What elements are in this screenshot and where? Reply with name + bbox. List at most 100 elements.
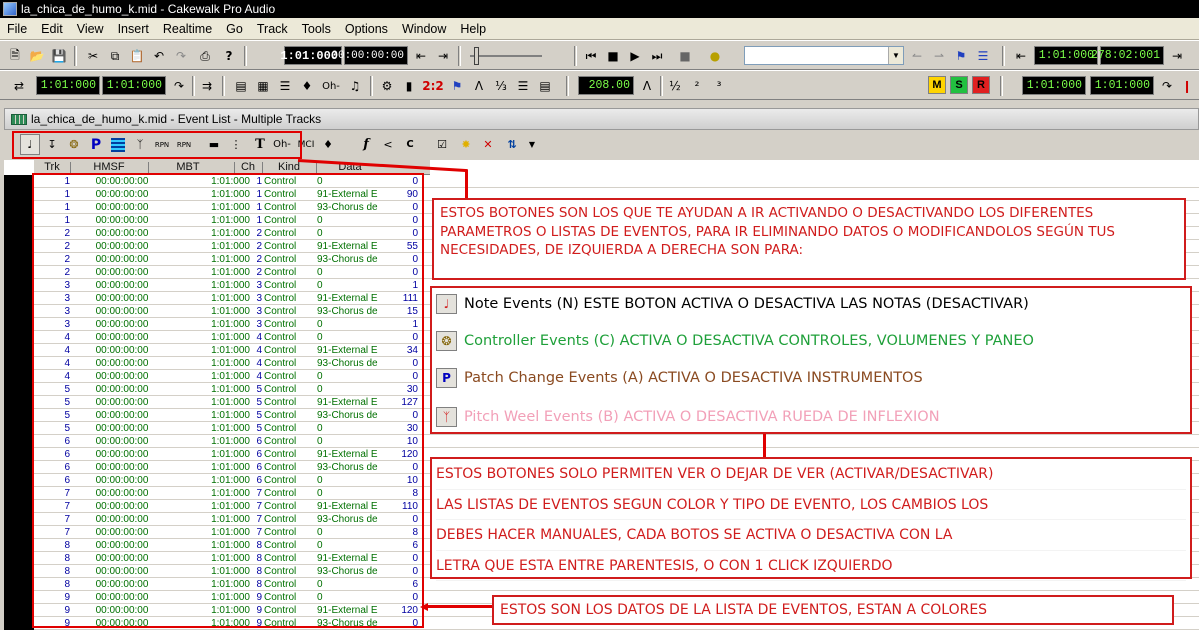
toolbar-separator [1000, 76, 1003, 96]
chord-button[interactable]: C [400, 134, 420, 155]
select-thru-icon[interactable]: ⇥ [1168, 46, 1186, 66]
connector-line [428, 605, 492, 608]
position-slider-track[interactable] [470, 55, 542, 57]
menu-help[interactable]: Help [453, 22, 493, 36]
snap-icon[interactable]: ⇉ [198, 76, 216, 96]
sysx-icon[interactable]: Oh- [320, 76, 342, 96]
menu-tools[interactable]: Tools [295, 22, 338, 36]
hairpin-icon: < [383, 138, 393, 151]
header-hmsf[interactable]: HMSF [74, 161, 144, 173]
loop-from-time[interactable]: 1:01:000 [36, 76, 100, 95]
set-loop-icon[interactable]: ↷ [170, 76, 188, 96]
save-icon[interactable]: 💾 [50, 46, 68, 66]
staff-view-icon[interactable]: ♫ [346, 76, 364, 96]
controllers-icon[interactable]: ⚙ [378, 76, 396, 96]
select-from-icon[interactable]: ⇤ [1012, 46, 1030, 66]
rewind-icon[interactable]: ⏮ [582, 46, 600, 66]
punch-marker-icon[interactable]: ❙ [1178, 76, 1196, 96]
markers-view-icon[interactable]: ▮ [400, 76, 418, 96]
add-marker-icon[interactable]: ⚑ [952, 46, 970, 66]
undo-icon[interactable]: ↶ [150, 46, 168, 66]
wave-audio-button[interactable]: ♦ [318, 134, 338, 155]
meter-icon[interactable]: ⅓ [492, 76, 510, 96]
tempo-ratio-icon[interactable]: Λ [638, 76, 656, 96]
insert-event-button[interactable]: ✸ [456, 134, 476, 155]
piano-roll-icon[interactable]: ☰ [276, 76, 294, 96]
header-ch[interactable]: Ch [236, 161, 260, 173]
header-kind[interactable]: Kind [266, 161, 312, 173]
tempo-three-icon[interactable]: ³ [710, 76, 728, 96]
tempo-half-icon[interactable]: ½ [666, 76, 684, 96]
menu-options[interactable]: Options [338, 22, 395, 36]
go-end-icon[interactable]: ⏭ [648, 46, 666, 66]
column-divider [234, 162, 235, 173]
cut-icon[interactable]: ✂ [84, 46, 102, 66]
menu-file[interactable]: File [0, 22, 34, 36]
punch-icon[interactable]: ↷ [1158, 76, 1176, 96]
paste-icon[interactable]: 📋 [128, 46, 146, 66]
menu-window[interactable]: Window [395, 22, 453, 36]
punch-thru-time[interactable]: 1:01:000 [1090, 76, 1154, 95]
app-title: la_chica_de_humo_k.mid - Cakewalk Pro Au… [21, 2, 276, 16]
position-slider-thumb[interactable] [474, 47, 479, 65]
console-view-icon[interactable]: ▦ [254, 76, 272, 96]
ratio-label[interactable]: 2:2 [422, 76, 444, 96]
print-icon[interactable]: ⎙ [196, 46, 214, 66]
legend-note-text: Note Events (N) ESTE BOTON ACTIVA O DESA… [464, 296, 1029, 312]
stop-icon[interactable]: ■ [604, 46, 622, 66]
play-icon[interactable]: ▶ [626, 46, 644, 66]
copy-icon[interactable]: ⧉ [106, 46, 124, 66]
tempo-view-icon[interactable]: Λ [470, 76, 488, 96]
hairpin-button[interactable]: < [378, 134, 398, 155]
markers-dropdown[interactable]: ▼ [744, 46, 904, 65]
cakewalk-app-icon [3, 2, 17, 16]
menu-go[interactable]: Go [219, 22, 250, 36]
header-mbt[interactable]: MBT [156, 161, 220, 173]
menu-edit[interactable]: Edit [34, 22, 70, 36]
checkbox-button[interactable]: ☑ [432, 134, 452, 155]
loop-icon[interactable]: ⇄ [10, 76, 28, 96]
toolbar-separator [660, 76, 663, 96]
meter-m-button[interactable]: M [928, 76, 946, 94]
selection-from-time[interactable]: 1:01:000 [1034, 46, 1098, 65]
track-view-icon[interactable]: ▤ [232, 76, 250, 96]
marker-flag-icon[interactable]: ⚑ [448, 76, 466, 96]
loop-thru-time[interactable]: 1:01:000 [102, 76, 166, 95]
menu-track[interactable]: Track [250, 22, 295, 36]
selection-thru-time[interactable]: 278:02:001 [1091, 46, 1164, 65]
star-icon: ✸ [461, 138, 471, 151]
tempo-display[interactable]: 208.00 [578, 76, 634, 95]
menu-realtime[interactable]: Realtime [156, 22, 219, 36]
now-time-smpte[interactable]: 00:00:00:00 [331, 46, 408, 65]
next-marker-icon[interactable]: ⇀ [930, 46, 948, 66]
event-list-title-bar: la_chica_de_humo_k.mid - Event List - Mu… [4, 108, 1199, 130]
sort-button[interactable]: ⇅ [502, 134, 522, 155]
open-folder-icon[interactable]: 📂 [28, 46, 46, 66]
delete-event-button[interactable]: ✕ [478, 134, 498, 155]
panic-icon[interactable]: ● [706, 46, 724, 66]
meter-s-button[interactable]: S [950, 76, 968, 94]
expression-button[interactable]: f [356, 134, 376, 155]
menu-view[interactable]: View [70, 22, 111, 36]
redo-icon[interactable]: ↷ [172, 46, 190, 66]
column-divider [148, 162, 149, 173]
help-icon[interactable]: ? [220, 46, 238, 66]
go-start-marker-icon[interactable]: ⇤ [412, 46, 430, 66]
punch-from-time[interactable]: 1:01:000 [1022, 76, 1086, 95]
event-list-icon[interactable]: ♦ [298, 76, 316, 96]
marker-list-icon[interactable]: ☰ [974, 46, 992, 66]
go-end-marker-icon[interactable]: ⇥ [434, 46, 452, 66]
tempo-double-icon[interactable]: ² [688, 76, 706, 96]
prev-marker-icon[interactable]: ↼ [908, 46, 926, 66]
lyrics-icon[interactable]: ☰ [514, 76, 532, 96]
record-icon[interactable]: ■ [676, 46, 694, 66]
sort-dropdown[interactable]: ▼ [522, 134, 542, 155]
big-time-icon[interactable]: ▤ [536, 76, 554, 96]
new-file-icon[interactable]: 🗎 [6, 46, 24, 66]
toolbar-separator [574, 46, 577, 66]
toolbar-separator [1002, 46, 1005, 66]
meter-r-button[interactable]: R [972, 76, 990, 94]
menu-insert[interactable]: Insert [111, 22, 156, 36]
header-trk[interactable]: Trk [38, 161, 66, 173]
toolbar-separator [244, 46, 247, 66]
